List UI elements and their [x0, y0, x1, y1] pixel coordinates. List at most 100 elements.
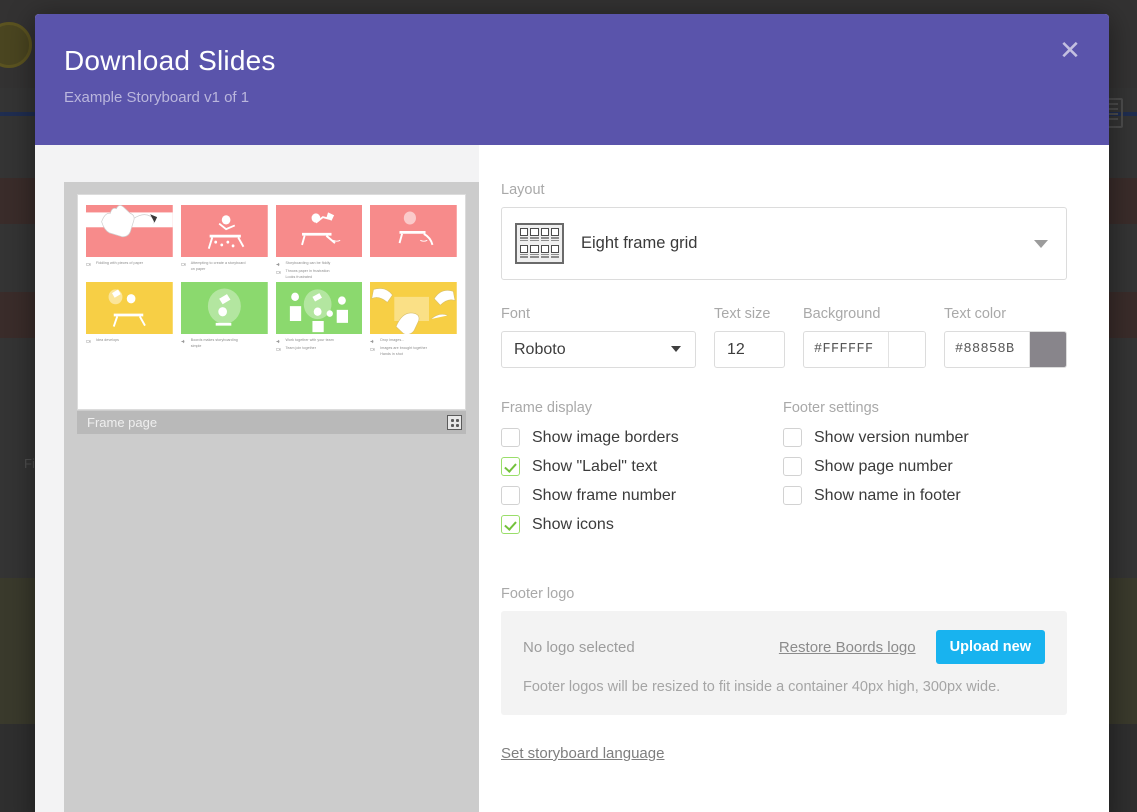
caption-line: Storyboarding can be fiddly: [276, 261, 363, 267]
footer-settings-label: Footer settings: [783, 400, 1065, 416]
caption-text: Idea develops: [96, 338, 119, 344]
caption-text: Boords makes storyboarding simple: [191, 338, 238, 349]
background-hex-input[interactable]: #FFFFFF: [804, 332, 888, 367]
checkbox-unchecked-icon[interactable]: [783, 486, 802, 505]
layout-icon-cell: [541, 228, 549, 243]
modal-header: Download Slides Example Storyboard v1 of…: [35, 14, 1109, 145]
layout-icon-cell: [520, 228, 528, 243]
text-size-label: Text size: [714, 306, 785, 322]
slide-frame-cell: [370, 205, 457, 282]
font-field: Font Roboto: [501, 306, 696, 368]
camera-icon: [86, 339, 93, 344]
footer-settings-checkbox-row[interactable]: Show page number: [783, 457, 1065, 476]
caption-line: Team join together: [276, 346, 363, 352]
footer-settings-group: Footer settings Show version number Show …: [783, 400, 1065, 544]
close-icon[interactable]: ✕: [1055, 37, 1085, 67]
speaker-icon: [370, 339, 377, 344]
layout-select[interactable]: Eight frame grid: [501, 207, 1067, 280]
frame-caption: Fiddling with pieces of paper: [86, 261, 173, 267]
frame-caption: Attempting to create a storyboard on pap…: [181, 261, 268, 272]
set-storyboard-language-link[interactable]: Set storyboard language: [501, 745, 664, 762]
upload-new-button[interactable]: Upload new: [936, 630, 1045, 664]
caption-line: Idea develops: [86, 338, 173, 344]
footer-logo-actions: No logo selected Restore Boords logo Upl…: [523, 630, 1045, 664]
slide-frame-cell: Idea develops: [86, 282, 173, 359]
frame-thumbnail: [370, 205, 457, 257]
checkbox-unchecked-icon[interactable]: [501, 428, 520, 447]
caption-text: Storyboarding can be fiddly: [286, 261, 331, 267]
camera-icon: [276, 347, 283, 352]
camera-icon: [181, 262, 188, 267]
frame-caption: Drop images... Images are brought togethe…: [370, 338, 457, 357]
slide-frame-cell: Work together with your team Team join to…: [276, 282, 363, 359]
frame-display-checkbox-row[interactable]: Show frame number: [501, 486, 783, 505]
footer-settings-checkbox-row[interactable]: Show name in footer: [783, 486, 1065, 505]
font-select[interactable]: Roboto: [501, 331, 696, 368]
frame-thumbnail: [276, 205, 363, 257]
layout-icon-cell: [551, 228, 559, 243]
download-slides-modal: Download Slides Example Storyboard v1 of…: [35, 14, 1109, 812]
caption-line: Fiddling with pieces of paper: [86, 261, 173, 267]
checkbox-unchecked-icon[interactable]: [501, 486, 520, 505]
text-color-control: #88858B: [944, 331, 1067, 368]
modal-subtitle: Example Storyboard v1 of 1: [64, 89, 1079, 106]
frame-thumbnail: [181, 205, 268, 257]
caption-text: Work together with your team: [286, 338, 334, 344]
layout-value: Eight frame grid: [581, 234, 697, 253]
frame-thumbnail: [86, 282, 173, 334]
grid-view-icon[interactable]: [447, 415, 462, 430]
slide-frame-cell: Attempting to create a storyboard on pap…: [181, 205, 268, 282]
footer-logo-note: Footer logos will be resized to fit insi…: [523, 679, 1045, 695]
frame-display-checkbox-row[interactable]: Show image borders: [501, 428, 783, 447]
slide-frame-cell: Boords makes storyboarding simple: [181, 282, 268, 359]
modal-body: Fiddling with pieces of paper Attempting…: [35, 145, 1109, 812]
footer-settings-checkbox-label: Show version number: [814, 429, 969, 447]
frame-caption: Storyboarding can be fiddly Throws paper …: [276, 261, 363, 280]
frame-display-checkbox-row[interactable]: Show icons: [501, 515, 783, 534]
eight-frame-grid-icon: [515, 223, 564, 264]
caption-text: Drop images...: [380, 338, 404, 344]
background-color-field: Background #FFFFFF: [803, 306, 926, 368]
chevron-down-icon: [671, 346, 681, 352]
slide-preview-panel: Fiddling with pieces of paper Attempting…: [64, 182, 479, 812]
text-color-field: Text color #88858B: [944, 306, 1067, 368]
caption-text: Images are brought together Hands in sho…: [380, 346, 427, 357]
camera-icon: [370, 347, 377, 352]
speaker-icon: [181, 339, 188, 344]
footer-settings-checkbox-label: Show name in footer: [814, 487, 961, 505]
font-value: Roboto: [514, 341, 566, 359]
checkbox-checked-icon[interactable]: [501, 515, 520, 534]
text-color-swatch[interactable]: [1029, 332, 1066, 367]
text-size-input[interactable]: 12: [714, 331, 785, 368]
frame-caption: Work together with your team Team join to…: [276, 338, 363, 352]
checkbox-unchecked-icon[interactable]: [783, 457, 802, 476]
caption-text: Team join together: [286, 346, 316, 352]
no-logo-status: No logo selected: [523, 639, 779, 656]
background-color-swatch[interactable]: [888, 332, 925, 367]
slide-frame-cell: Storyboarding can be fiddly Throws paper …: [276, 205, 363, 282]
text-size-value: 12: [727, 341, 745, 359]
slide-preview-card: Fiddling with pieces of paper Attempting…: [77, 194, 466, 410]
frame-page-bar: Frame page: [77, 411, 466, 434]
frame-display-group: Frame display Show image bordersShow "La…: [501, 400, 783, 544]
restore-boords-logo-link[interactable]: Restore Boords logo: [779, 639, 916, 656]
frame-display-checkbox-label: Show icons: [532, 516, 614, 534]
background-label: Background: [803, 306, 926, 322]
frame-thumbnail: [86, 205, 173, 257]
layout-icon-cell: [551, 245, 559, 260]
frame-display-checkbox-label: Show frame number: [532, 487, 676, 505]
caption-line: Throws paper in frustration Looks frustr…: [276, 269, 363, 280]
text-color-hex-input[interactable]: #88858B: [945, 332, 1029, 367]
speaker-icon: [276, 262, 283, 267]
slide-frame-cell: Drop images... Images are brought togethe…: [370, 282, 457, 359]
checkbox-checked-icon[interactable]: [501, 457, 520, 476]
checkbox-unchecked-icon[interactable]: [783, 428, 802, 447]
frame-display-checkbox-row[interactable]: Show "Label" text: [501, 457, 783, 476]
frame-caption: Idea develops: [86, 338, 173, 344]
typography-row: Font Roboto Text size 12 Background #F: [501, 306, 1067, 368]
layout-icon-cell: [541, 245, 549, 260]
font-label: Font: [501, 306, 696, 322]
text-color-label: Text color: [944, 306, 1067, 322]
footer-settings-checkbox-row[interactable]: Show version number: [783, 428, 1065, 447]
camera-icon: [86, 262, 93, 267]
